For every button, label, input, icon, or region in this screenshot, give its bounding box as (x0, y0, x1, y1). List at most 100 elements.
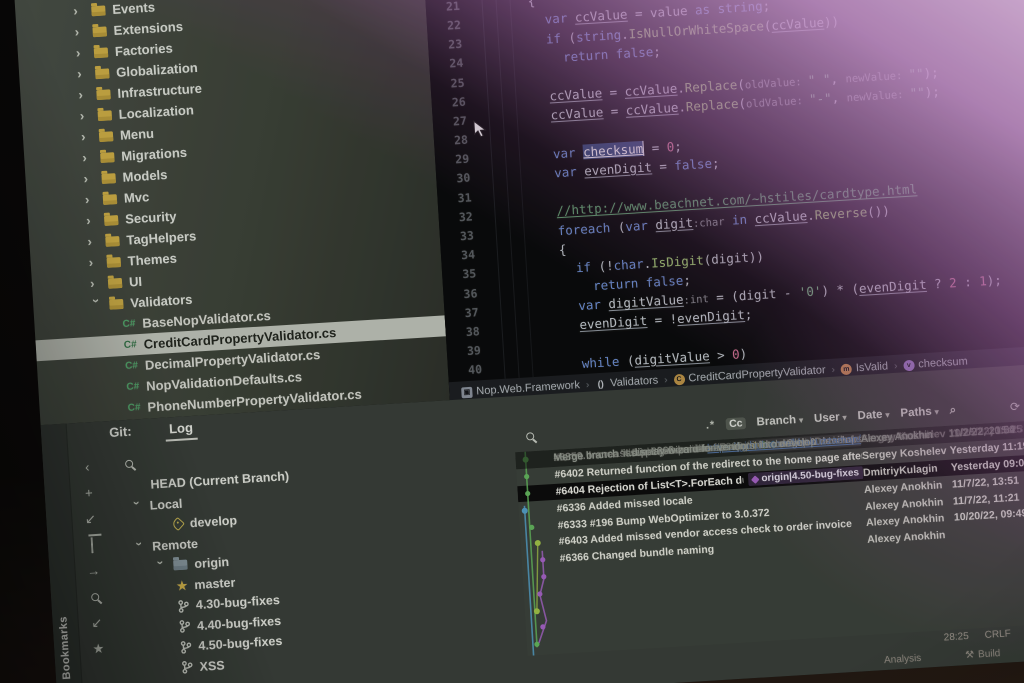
code-token: { (527, 0, 535, 9)
chevron-right-icon[interactable]: › (90, 275, 102, 291)
chevron-down-icon: ▾ (799, 415, 804, 424)
code-token: )) (823, 13, 839, 29)
code-token: ) (739, 346, 747, 361)
code-token: > (709, 347, 732, 363)
mouse-cursor-icon (473, 119, 487, 143)
user-filter[interactable]: User▾ (814, 411, 847, 425)
folder-icon (100, 152, 115, 163)
commit-list: Merge branch 'issue-6359-increase-perfor… (515, 421, 1024, 656)
code-token: if (576, 259, 599, 275)
code-token: while (581, 353, 627, 371)
chevron-down-icon[interactable]: › (154, 560, 169, 572)
date-filter[interactable]: Date▾ (857, 408, 890, 422)
regex-toggle[interactable]: .* (706, 419, 716, 432)
chevron-down-icon: ▾ (885, 410, 890, 419)
chevron-right-icon[interactable]: › (74, 24, 86, 40)
trash-icon[interactable] (91, 538, 94, 552)
branch-label: develop (189, 514, 237, 531)
code-token: "" (908, 66, 924, 82)
refresh-icon[interactable]: ⟳ (1010, 399, 1021, 414)
chevron-right-icon[interactable]: › (77, 66, 89, 82)
bookmarks-stripe-button[interactable]: Bookmarks (57, 616, 73, 680)
code-token: ccValue (771, 14, 825, 32)
code-token: (! (598, 258, 614, 274)
arrow-downleft-icon[interactable]: ↙ (85, 512, 97, 527)
chevron-right-icon[interactable]: › (88, 254, 100, 270)
line-number: 24 (429, 56, 464, 72)
star-icon[interactable]: ★ (92, 642, 104, 657)
chevron-down-icon[interactable]: › (130, 500, 145, 512)
chevron-right-icon[interactable]: › (79, 108, 91, 124)
chevron-right-icon[interactable]: › (75, 45, 87, 61)
code-token: ; (711, 155, 719, 170)
branches-panel[interactable]: HEAD (Current Branch)›Localdevelop›Remot… (104, 422, 528, 681)
folder-icon (103, 194, 118, 205)
build-widget[interactable]: ⚒Build (965, 648, 1001, 661)
code-token: ? (926, 276, 949, 292)
tree-item-label: Globalization (116, 60, 198, 80)
collapse-icon[interactable]: ‹ (85, 460, 90, 474)
code-token: ; (744, 307, 752, 322)
chevron-right-icon[interactable]: › (73, 3, 85, 19)
match-case-toggle[interactable]: Cc (726, 417, 746, 430)
chevron-right-icon[interactable]: › (78, 87, 90, 103)
code-token: var (625, 217, 656, 234)
commit-search-input[interactable] (545, 426, 695, 435)
chevron-right-icon[interactable]: › (87, 233, 99, 249)
caret-position[interactable]: 28:25 (943, 630, 969, 643)
branch-label: 4.50-bug-fixes (198, 634, 283, 653)
code-token: evenDigit (584, 159, 653, 178)
line-number: 28 (434, 133, 469, 149)
folder-icon (98, 110, 113, 121)
analysis-widget[interactable]: Analysis (884, 652, 922, 665)
commit-date: 10/20/22, 09:49 (954, 507, 1024, 524)
tree-item-label: Factories (114, 40, 173, 59)
branch-label: origin (194, 555, 230, 571)
arrow-downleft-icon[interactable]: ↙ (91, 616, 103, 631)
folder-icon (109, 298, 124, 309)
folder-icon (106, 256, 121, 267)
breadcrumb-separator: › (894, 360, 898, 371)
code-token: = (644, 139, 667, 155)
code-token: :char (693, 216, 725, 230)
chevron-right-icon[interactable]: › (81, 129, 93, 145)
line-number: 22 (427, 18, 462, 34)
folder-icon (105, 236, 120, 247)
csharp-file-icon: C# (122, 318, 135, 330)
code-token: return (563, 46, 617, 64)
tag-icon (751, 475, 759, 483)
go-to-hash-icon[interactable]: ⌕ (949, 404, 956, 417)
code-token: Reverse (814, 204, 868, 222)
add-icon[interactable]: + (85, 486, 93, 500)
chevron-right-icon[interactable]: › (83, 170, 95, 186)
pin-icon[interactable]: → (87, 564, 101, 579)
code-editor[interactable]: 7 ext methods 7 exposing APIs 20override… (423, 0, 1024, 404)
line-number: 39 (447, 343, 482, 359)
code-token: var (578, 297, 609, 314)
folder-icon (91, 5, 106, 16)
chevron-right-icon[interactable]: › (84, 191, 96, 207)
line-separator[interactable]: CRLF (984, 628, 1011, 641)
code-token: digit (711, 250, 749, 267)
chevron-right-icon[interactable]: › (86, 212, 98, 228)
tab-log[interactable]: Log (165, 420, 198, 442)
chevron-down-icon[interactable]: › (89, 298, 105, 310)
code-token: ; (653, 43, 661, 58)
code-token: = ! (647, 312, 678, 329)
search-icon[interactable] (526, 432, 534, 440)
code-token: newValue: (845, 70, 909, 86)
branch-filter[interactable]: Branch▾ (756, 414, 803, 429)
paths-filter[interactable]: Paths▾ (900, 405, 939, 419)
search-icon[interactable] (91, 590, 100, 604)
code-token: ); (923, 65, 939, 81)
csharp-file-icon: C# (127, 402, 140, 414)
code-lines: 20override bool IsValid(ValidationContex… (424, 0, 1024, 381)
branch-label: Remote (152, 537, 199, 554)
project-tree-panel[interactable]: ›Controllers›Events›Extensions›Factories… (14, 0, 450, 425)
csharp-file-icon: C# (125, 360, 138, 372)
chevron-down-icon[interactable]: › (132, 541, 147, 553)
chevron-right-icon[interactable]: › (82, 149, 94, 165)
code-token: var (554, 164, 585, 181)
code-text (533, 344, 581, 347)
module-icon: ▣ (461, 386, 473, 398)
